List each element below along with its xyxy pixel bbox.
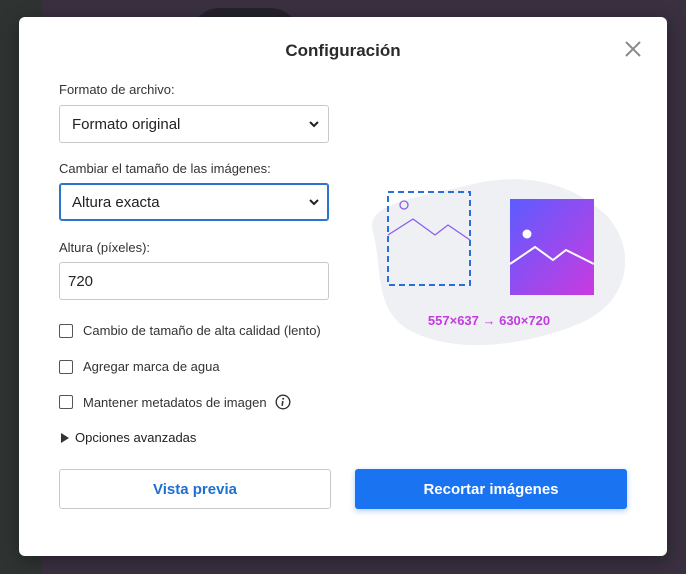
crop-images-button[interactable]: Recortar imágenes [355,469,627,509]
close-button[interactable] [622,38,644,60]
preview-button[interactable]: Vista previa [59,469,331,509]
resize-select-value: Altura exacta [72,193,160,211]
chevron-down-icon [309,199,319,206]
metadata-label: Mantener metadatos de imagen [83,394,267,410]
format-label: Formato de archivo: [59,82,175,97]
metadata-checkbox[interactable] [59,395,73,409]
watermark-label: Agregar marca de agua [83,359,220,374]
settings-dialog: Configuración Formato de archivo: Format… [19,17,667,556]
high-quality-checkbox[interactable] [59,323,73,338]
resize-label: Cambiar el tamaño de las imágenes: [59,161,271,176]
format-select-value: Formato original [72,115,181,133]
triangle-right-icon [61,432,69,443]
height-input-value: 720 [68,272,94,290]
format-select[interactable]: Formato original [59,105,329,143]
advanced-options-label: Opciones avanzadas [75,430,197,445]
info-icon[interactable] [275,394,291,410]
dimension-change-text: 557×637 → 630×720 [427,313,551,328]
height-label: Altura (píxeles): [59,240,151,255]
close-icon [625,41,641,57]
high-quality-label: Cambio de tamaño de alta calidad (lento) [83,323,321,338]
option-watermark[interactable]: Agregar marca de agua [59,359,220,374]
resize-select[interactable]: Altura exacta [59,183,329,221]
option-metadata[interactable]: Mantener metadatos de imagen [59,394,291,410]
option-high-quality[interactable]: Cambio de tamaño de alta calidad (lento) [59,323,321,338]
resized-image-icon [510,199,594,295]
height-input[interactable]: 720 [59,262,329,300]
dialog-title: Configuración [285,41,401,60]
watermark-checkbox[interactable] [59,359,73,374]
chevron-down-icon [309,121,319,128]
advanced-options-toggle[interactable]: Opciones avanzadas [61,430,196,445]
